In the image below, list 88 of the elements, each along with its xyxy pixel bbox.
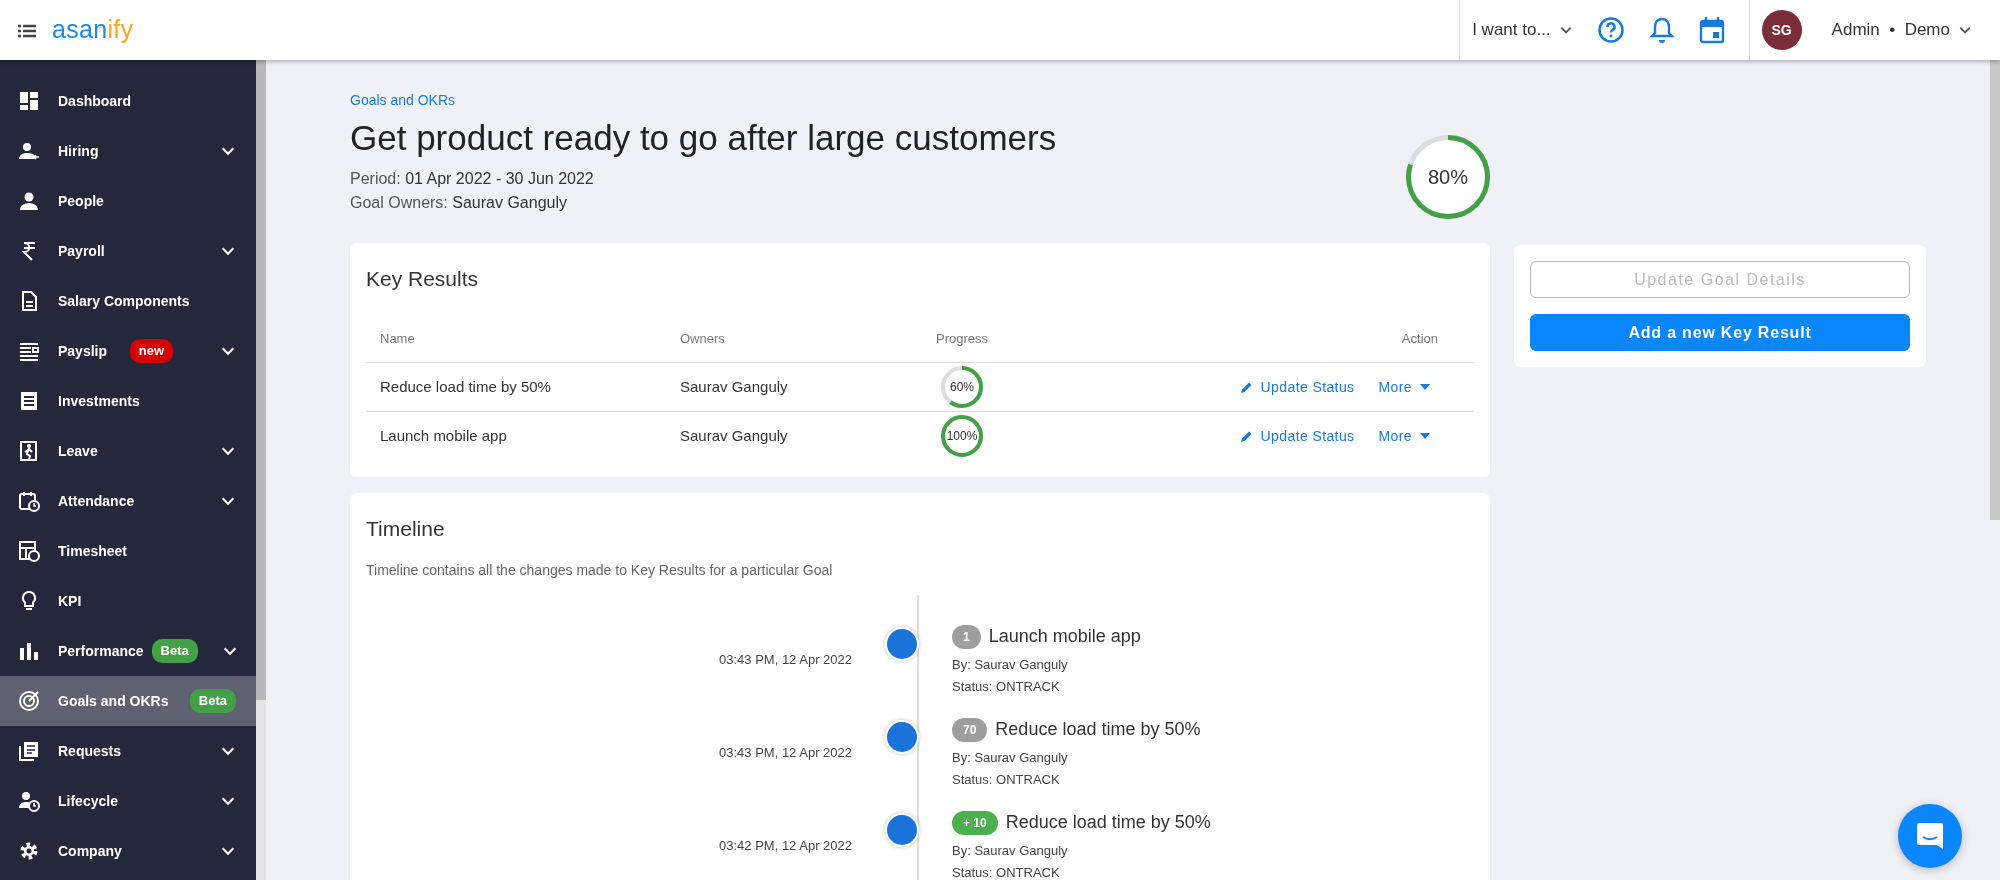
sidebar-item[interactable]: Leave [0, 426, 256, 476]
timestamp: 03:43 PM, 12 Apr 2022 [718, 651, 852, 669]
update-status-link[interactable]: Update Status [1239, 425, 1355, 447]
column-header: Owners [666, 310, 892, 363]
list-icon [18, 340, 40, 362]
progress-reading: 100% [946, 428, 978, 446]
scrollbar-thumb[interactable] [256, 60, 266, 700]
status-text: Status: ONTRACK [952, 864, 1061, 880]
progress-reading: 60% [950, 379, 974, 396]
more-dropdown[interactable]: More [1378, 425, 1430, 447]
goal-title: Get product ready to go after large customers [350, 117, 1057, 159]
timeline-entry-title: Reduce load time by 50% [1005, 811, 1211, 834]
sidebar-item[interactable]: Hiring [0, 126, 256, 176]
change-badge: + 10 [952, 810, 998, 835]
bar-chart-icon [18, 640, 40, 662]
goal-period: Period: 01 Apr 2022 - 30 Jun 2022 [350, 169, 595, 189]
exit-icon [18, 440, 40, 462]
timeline-dot [885, 813, 919, 847]
sidebar-item[interactable]: Lifecycle [0, 776, 256, 826]
sidebar-item[interactable]: Attendance [0, 476, 256, 526]
timeline-dot [885, 627, 919, 661]
progress-reading: 80% [1428, 165, 1468, 190]
add-key-result-button[interactable]: Add a new Key Result [1530, 314, 1910, 351]
sidebar-item[interactable]: KPI [0, 576, 256, 626]
sidebar-item[interactable]: People [0, 176, 256, 226]
target-icon [18, 690, 40, 712]
column-header: Action [1032, 310, 1474, 363]
bell-icon[interactable] [1648, 16, 1675, 44]
breadcrumb-link[interactable]: Goals and OKRs [350, 90, 1057, 111]
change-badge: 70 [952, 717, 988, 742]
person-add-icon [18, 140, 40, 162]
sidebar-item[interactable]: Dashboard [0, 76, 256, 126]
sidebar-item[interactable]: Timesheet [0, 526, 256, 576]
calendar-icon[interactable] [1698, 16, 1725, 44]
timestamp: 03:43 PM, 12 Apr 2022 [718, 744, 852, 762]
table-cell: Saurav Ganguly [666, 362, 892, 412]
status-badge: Beta [189, 689, 236, 713]
calendar-clock-icon [18, 490, 40, 512]
table-cell: Saurav Ganguly [666, 411, 892, 461]
scrollbar-thumb[interactable] [1990, 60, 2000, 520]
timeline-entry-title: Launch mobile app [988, 625, 1141, 648]
settings-icon [18, 840, 40, 862]
status-badge: Beta [151, 639, 198, 663]
table-cell: Launch mobile app [366, 411, 666, 461]
sidebar-item[interactable]: Payroll [0, 226, 256, 276]
table-clock-icon [18, 540, 40, 562]
update-status-link[interactable]: Update Status [1239, 376, 1355, 398]
help-icon[interactable] [1596, 16, 1625, 44]
chat-bubble-icon [1915, 821, 1945, 851]
sidebar-item[interactable]: Investments [0, 376, 256, 426]
author-text: By: Saurav Ganguly [952, 749, 1069, 767]
logo[interactable]: asanify [52, 11, 134, 49]
quick-menu-dropdown[interactable]: I want to... [1459, 0, 1589, 60]
caret-icon [1420, 433, 1430, 440]
sidebar-item[interactable]: Salary Components [0, 276, 256, 326]
card-title: Key Results [366, 266, 480, 292]
author-text: By: Saurav Ganguly [952, 656, 1069, 674]
table-cell: Reduce load time by 50% [366, 362, 666, 412]
status-text: Status: ONTRACK [952, 771, 1061, 790]
status-text: Status: ONTRACK [952, 678, 1061, 697]
timeline-dot [885, 720, 919, 754]
more-dropdown[interactable]: More [1378, 376, 1430, 398]
pencil-icon [1239, 429, 1253, 443]
sidebar-item[interactable]: Payslip new [0, 326, 256, 376]
sidebar-item[interactable]: Company [0, 826, 256, 876]
column-header: Progress [892, 310, 1032, 363]
sidebar-item[interactable]: Performance Beta [0, 626, 256, 676]
receipt-icon [18, 390, 40, 412]
caret-icon [1420, 384, 1430, 390]
person-clock-icon [18, 790, 40, 812]
status-badge: new [129, 339, 174, 363]
goal-owners: Goal Owners: Saurav Ganguly [350, 193, 568, 213]
user-menu-dropdown[interactable]: Admin • Demo [1825, 16, 1978, 44]
sidebar-item[interactable]: Goals and OKRs Beta [0, 676, 256, 726]
avatar[interactable]: SG [1761, 10, 1802, 50]
dashboard-icon [18, 90, 40, 112]
sidebar-item[interactable]: Requests [0, 726, 256, 776]
timeline-description: Timeline contains all the changes made to Key Results for a particular Goal [366, 561, 834, 580]
report-icon [18, 740, 40, 762]
person-icon [18, 190, 40, 212]
author-text: By: Saurav Ganguly [952, 842, 1069, 860]
timeline-entry-title: Reduce load time by 50% [995, 718, 1201, 741]
change-badge: 1 [952, 624, 981, 649]
pencil-icon [1239, 380, 1253, 394]
column-header: Name [366, 310, 666, 363]
card-title: Timeline [366, 515, 446, 542]
timestamp: 03:42 PM, 12 Apr 2022 [718, 837, 852, 855]
chat-button[interactable] [1898, 804, 1962, 868]
